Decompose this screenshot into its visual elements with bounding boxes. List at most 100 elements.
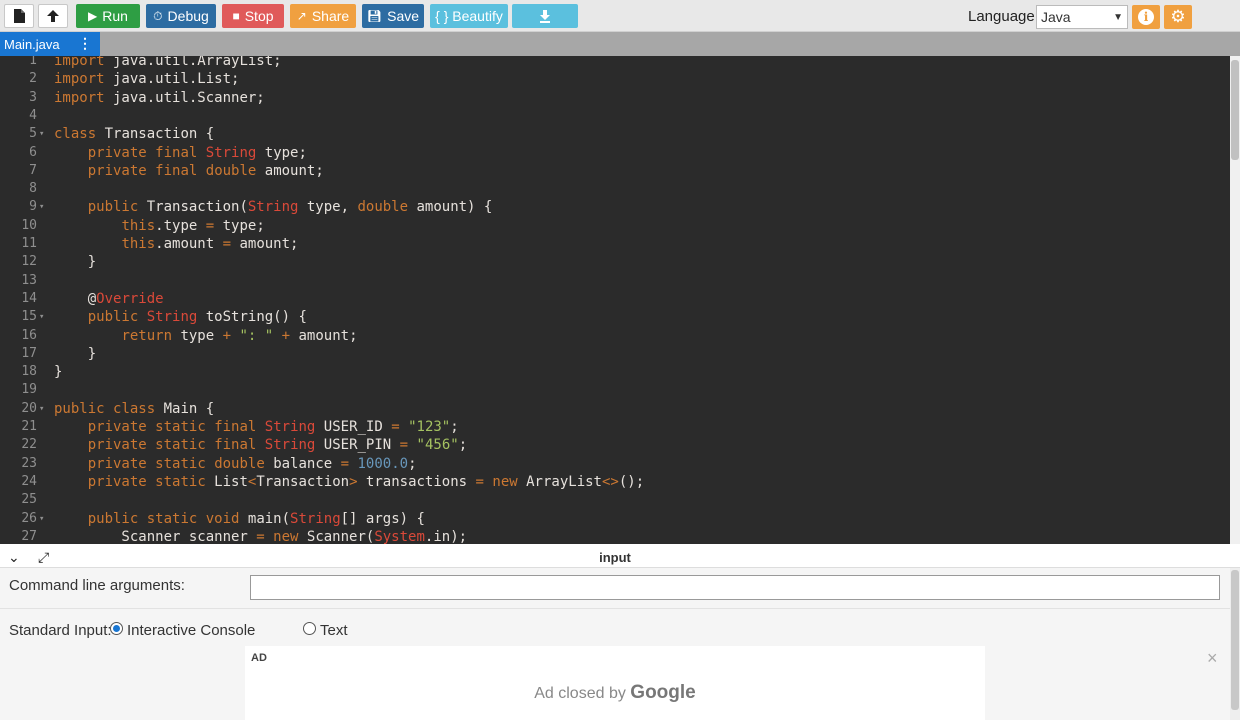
code-line[interactable]: 3 import java.util.Scanner; (0, 89, 1230, 107)
code-line[interactable]: 14 @Override (0, 290, 1230, 308)
line-number: 25 (21, 492, 37, 508)
code-line[interactable]: 11 this.amount = amount; (0, 235, 1230, 253)
code-editor[interactable]: 1 import java.util.ArrayList; 2 import java… (0, 56, 1240, 544)
code-text: this.type = type; (121, 217, 265, 234)
debug-button[interactable]: ⏱ Debug (146, 4, 216, 28)
code-line[interactable]: 8 (0, 180, 1230, 198)
stop-icon: ■ (232, 9, 240, 23)
editor-scrollbar[interactable] (1230, 56, 1240, 544)
line-number: 18 (21, 364, 37, 380)
new-file-icon[interactable] (4, 4, 34, 28)
toolbar: ▶ Run ⏱ Debug ■ Stop ↗ Share 💾︎ Save { } Beau… (0, 0, 1240, 32)
code-line[interactable]: 9 ▾ public Transaction(String type, doubl… (0, 198, 1230, 216)
line-number: 2 (29, 71, 37, 87)
code-line[interactable]: 1 import java.util.ArrayList; (0, 56, 1230, 70)
line-number: 16 (21, 327, 37, 343)
fold-arrow-icon[interactable]: ▾ (39, 308, 44, 326)
download-icon (540, 10, 550, 23)
code-line[interactable]: 17 } (0, 345, 1230, 363)
save-button[interactable]: 💾︎ Save (362, 4, 424, 28)
text-radio[interactable] (303, 622, 316, 635)
code-line[interactable]: 15 ▾ public String toString() { (0, 308, 1230, 326)
code-line[interactable]: 7 private final double amount; (0, 162, 1230, 180)
code-text: } (54, 345, 97, 362)
ad-close-button[interactable]: × (1207, 648, 1218, 669)
editor-scrollbar-thumb[interactable] (1231, 60, 1239, 160)
divider (0, 608, 1240, 609)
file-tab-bar: Main.java ⋮ (0, 32, 1240, 56)
stop-button[interactable]: ■ Stop (222, 4, 284, 28)
tab-main-java[interactable]: Main.java ⋮ (0, 32, 100, 56)
code-text: Scanner scanner = new Scanner(System.in)… (54, 528, 468, 544)
line-number: 21 (21, 419, 37, 434)
line-number: 20 (21, 400, 37, 416)
code-text: import java.util.ArrayList; (54, 56, 282, 69)
code-text: private final String type; (87, 144, 307, 161)
code-line[interactable]: 6 private final String type; (0, 144, 1230, 162)
code-line[interactable]: 10 this.type = type; (0, 217, 1230, 235)
code-text: } (54, 364, 63, 381)
run-button[interactable]: ▶ Run (76, 4, 140, 28)
code-line[interactable]: 18} (0, 363, 1230, 381)
code-text: import java.util.List; (54, 71, 240, 88)
code-line[interactable]: 4 (0, 107, 1230, 125)
code-line[interactable]: 5 ▾ class Transaction { (0, 125, 1230, 143)
code-line[interactable]: 21 private static final String USER_ID =… (0, 418, 1230, 436)
line-number: 1 (29, 56, 37, 68)
command-line-input[interactable] (250, 575, 1220, 600)
code-line[interactable]: 19 (0, 381, 1230, 399)
language-label: Language (968, 8, 1035, 25)
interactive-console-radio[interactable] (110, 622, 123, 635)
code-line[interactable]: 25 (0, 491, 1230, 509)
panel-scrollbar[interactable] (1230, 568, 1240, 720)
ad-banner: AD Ad closed by Google (245, 646, 985, 720)
code-text: import java.util.Scanner; (54, 89, 265, 106)
code-line[interactable]: 26 ▾ public static void main(String[] arg… (0, 510, 1230, 528)
code-line[interactable]: 12 } (0, 253, 1230, 271)
line-number: 26 (21, 510, 37, 526)
info-icon: i (1138, 9, 1154, 25)
code-line[interactable]: 22 private static final String USER_PIN … (0, 436, 1230, 454)
fold-arrow-icon[interactable]: ▾ (39, 400, 44, 418)
ad-closed-message: Ad closed by Google (534, 682, 696, 703)
line-number: 22 (21, 437, 37, 453)
code-text: private static double balance = 1000.0; (87, 455, 417, 472)
code-line[interactable]: 20 ▾ public class Main { (0, 400, 1230, 418)
google-logo: Google (630, 682, 696, 703)
kebab-menu-icon[interactable]: ⋮ (78, 35, 92, 52)
code-line[interactable]: 16 return type + ": " + amount; (0, 327, 1230, 345)
beautify-button[interactable]: { } Beautify (430, 4, 508, 28)
code-text: return type + ": " + amount; (121, 327, 358, 344)
code-line[interactable]: 27 Scanner scanner = new Scanner(System.… (0, 528, 1230, 544)
line-number: 9 (29, 199, 37, 215)
settings-button[interactable]: ⚙ (1164, 5, 1192, 29)
chevron-down-icon: ▼ (1113, 11, 1123, 23)
code-text: public Transaction(String type, double a… (87, 199, 493, 216)
share-button[interactable]: ↗ Share (290, 4, 356, 28)
fold-arrow-icon[interactable]: ▾ (39, 510, 44, 528)
code-line[interactable]: 2 import java.util.List; (0, 70, 1230, 88)
info-button[interactable]: i (1132, 5, 1160, 29)
download-button[interactable] (512, 4, 578, 28)
code-line[interactable]: 24 private static List<Transaction> tran… (0, 473, 1230, 491)
language-select[interactable]: Java ▼ (1036, 5, 1128, 29)
code-text: public String toString() { (87, 309, 307, 326)
code-line[interactable]: 13 (0, 272, 1230, 290)
code-text: private static final String USER_PIN = "… (87, 437, 468, 454)
panel-scrollbar-thumb[interactable] (1231, 570, 1239, 710)
code-line[interactable]: 23 private static double balance = 1000.… (0, 455, 1230, 473)
fold-arrow-icon[interactable]: ▾ (39, 198, 44, 216)
line-number: 24 (21, 473, 37, 489)
code-text: @Override (54, 290, 164, 307)
upload-icon[interactable] (38, 4, 68, 28)
input-panel-header: ⌄ ⤢ input (0, 544, 1240, 568)
fold-arrow-icon[interactable]: ▾ (39, 125, 44, 143)
line-number: 10 (21, 217, 37, 233)
line-number: 13 (21, 272, 37, 288)
code-text: } (54, 254, 97, 271)
line-number: 12 (21, 254, 37, 270)
line-number: 11 (21, 236, 37, 251)
code-text: public class Main { (54, 400, 215, 417)
ad-tag: AD (251, 652, 267, 664)
save-icon: 💾︎ (366, 9, 383, 23)
